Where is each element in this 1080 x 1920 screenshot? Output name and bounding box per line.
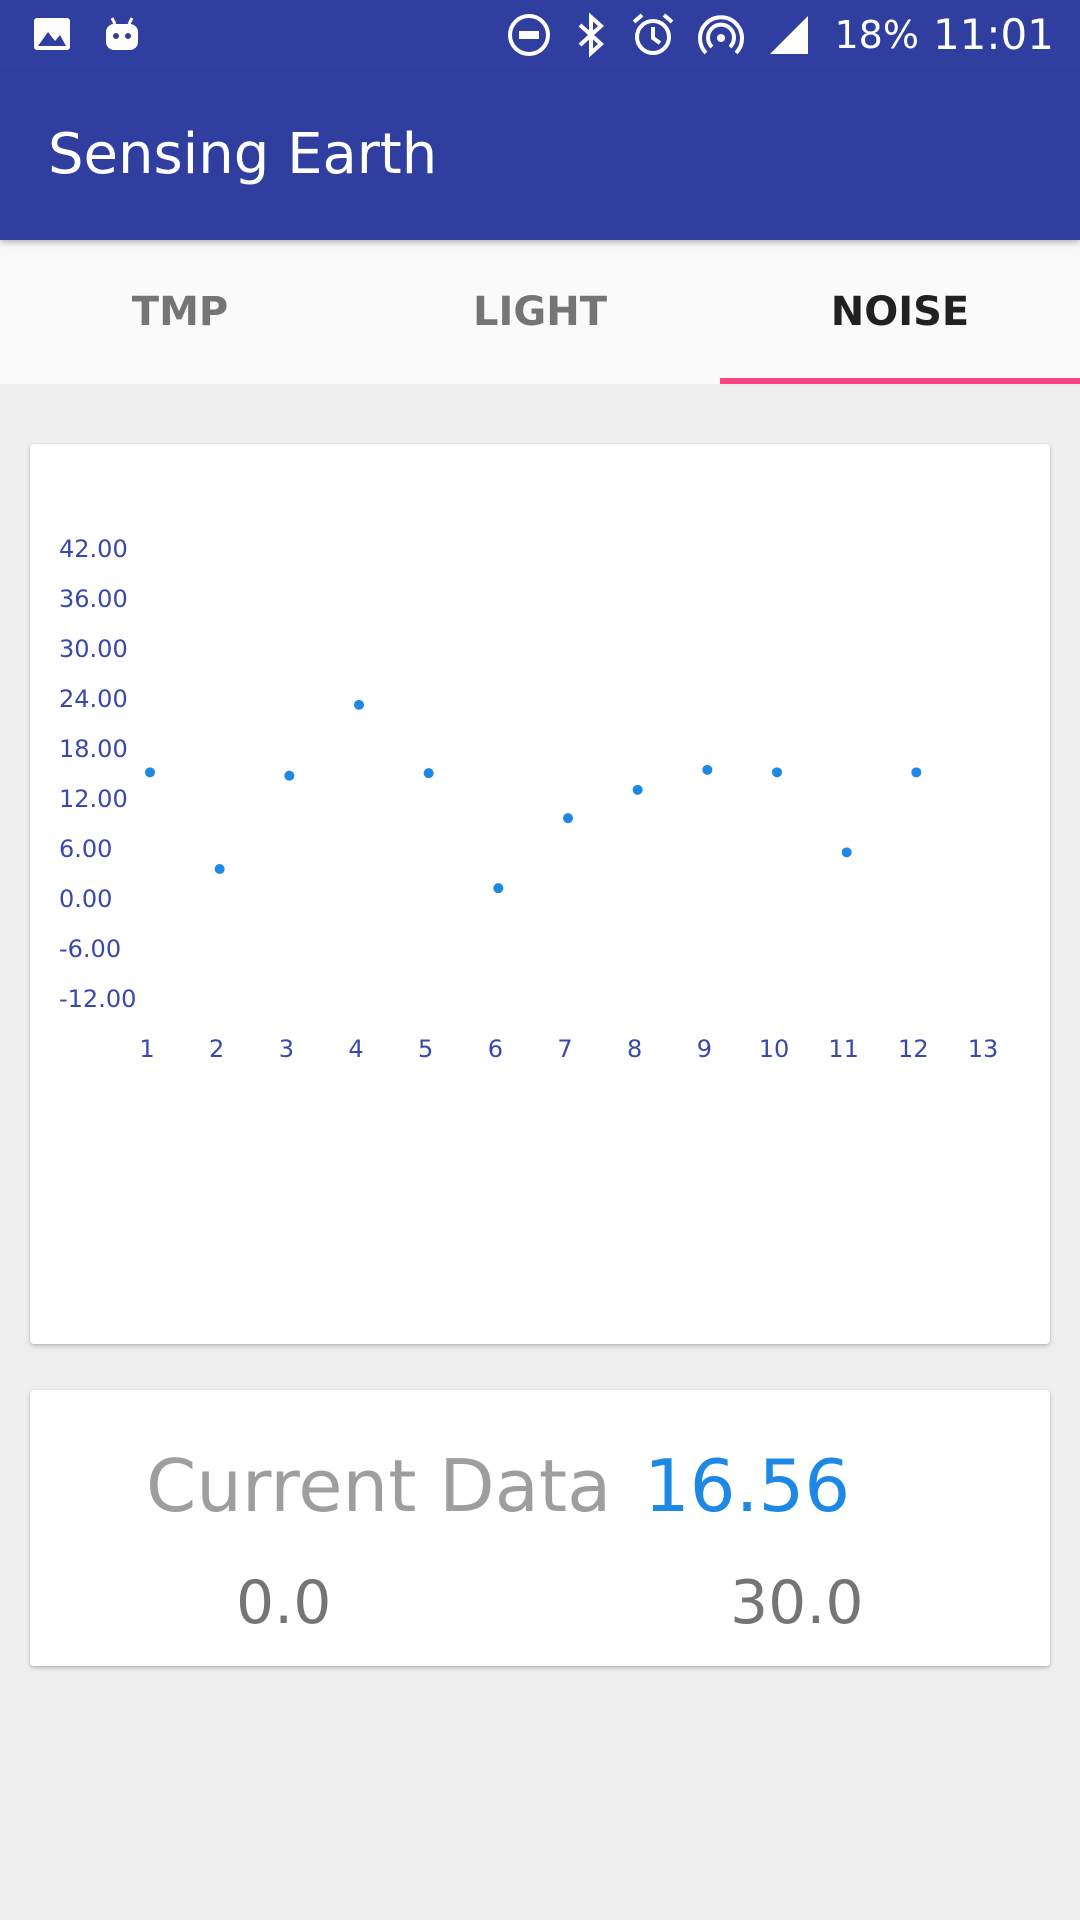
y-tick-label: 24.00 — [59, 685, 128, 713]
x-tick-label: 11 — [828, 1035, 859, 1063]
data-point[interactable] — [354, 699, 364, 710]
x-tick-label: 2 — [209, 1035, 224, 1063]
clock: 11:01 — [932, 10, 1054, 59]
data-point[interactable] — [702, 764, 713, 775]
tab-noise[interactable]: NOISE — [720, 240, 1080, 384]
app-title: Sensing Earth — [48, 122, 438, 187]
alarm-icon — [633, 12, 674, 55]
y-tick-label: -12.00 — [59, 985, 136, 1013]
current-data-value: 16.56 — [644, 1444, 851, 1528]
image-icon — [34, 18, 70, 50]
current-data-label: Current Data — [146, 1444, 612, 1528]
data-point[interactable] — [214, 864, 225, 874]
y-tick-label: 42.00 — [59, 535, 128, 563]
summary-card: Current Data 16.56 0.0 30.0 — [30, 1390, 1050, 1666]
chart-card: 42.00 36.00 30.00 24.00 18.00 12.00 6.00 0.00 -6… — [30, 444, 1050, 1344]
x-tick-label: 12 — [898, 1035, 929, 1063]
y-tick-label: 6.00 — [59, 835, 112, 863]
x-tick-label: 6 — [488, 1035, 503, 1063]
x-tick-label: 8 — [627, 1035, 642, 1063]
y-tick-label: -6.00 — [59, 935, 121, 963]
status-bar: 18% 11:01 — [0, 0, 1080, 72]
signal-icon — [770, 15, 809, 54]
data-point[interactable] — [423, 768, 434, 779]
hotspot-icon — [698, 14, 745, 54]
data-point[interactable] — [841, 847, 852, 858]
min-value: 0.0 — [236, 1568, 332, 1638]
android-icon — [106, 17, 138, 50]
data-point[interactable] — [145, 767, 155, 778]
bluetooth-icon — [579, 12, 605, 57]
app-bar: Sensing Earth — [0, 72, 1080, 240]
x-tick-label: 5 — [418, 1035, 433, 1063]
data-point[interactable] — [493, 883, 504, 894]
x-tick-label: 4 — [348, 1035, 363, 1063]
x-tick-label: 10 — [759, 1035, 790, 1063]
data-point[interactable] — [632, 784, 643, 795]
y-tick-label: 12.00 — [59, 785, 128, 813]
y-tick-label: 0.00 — [59, 885, 112, 913]
y-tick-label: 18.00 — [59, 735, 128, 763]
tab-light[interactable]: LIGHT — [360, 240, 720, 384]
tab-bar: TMP LIGHT NOISE — [0, 240, 1080, 384]
x-tick-label: 9 — [697, 1035, 712, 1063]
y-tick-label: 30.00 — [59, 635, 128, 663]
battery-text: 18% — [834, 12, 919, 57]
y-tick-label: 36.00 — [59, 585, 128, 613]
x-tick-label: 7 — [557, 1035, 572, 1063]
data-point[interactable] — [563, 813, 573, 824]
tab-indicator — [720, 378, 1080, 384]
tab-tmp[interactable]: TMP — [0, 240, 360, 384]
do-not-disturb-icon — [508, 13, 551, 56]
x-tick-label: 3 — [279, 1035, 294, 1063]
x-tick-label: 13 — [968, 1035, 999, 1063]
data-point[interactable] — [772, 767, 782, 778]
x-tick-label: 1 — [139, 1035, 154, 1063]
noise-chart[interactable]: 42.00 36.00 30.00 24.00 18.00 12.00 6.00 0.00 -6… — [30, 444, 1050, 1344]
max-value: 30.0 — [730, 1568, 864, 1638]
data-point[interactable] — [911, 767, 922, 778]
data-point[interactable] — [284, 770, 295, 781]
